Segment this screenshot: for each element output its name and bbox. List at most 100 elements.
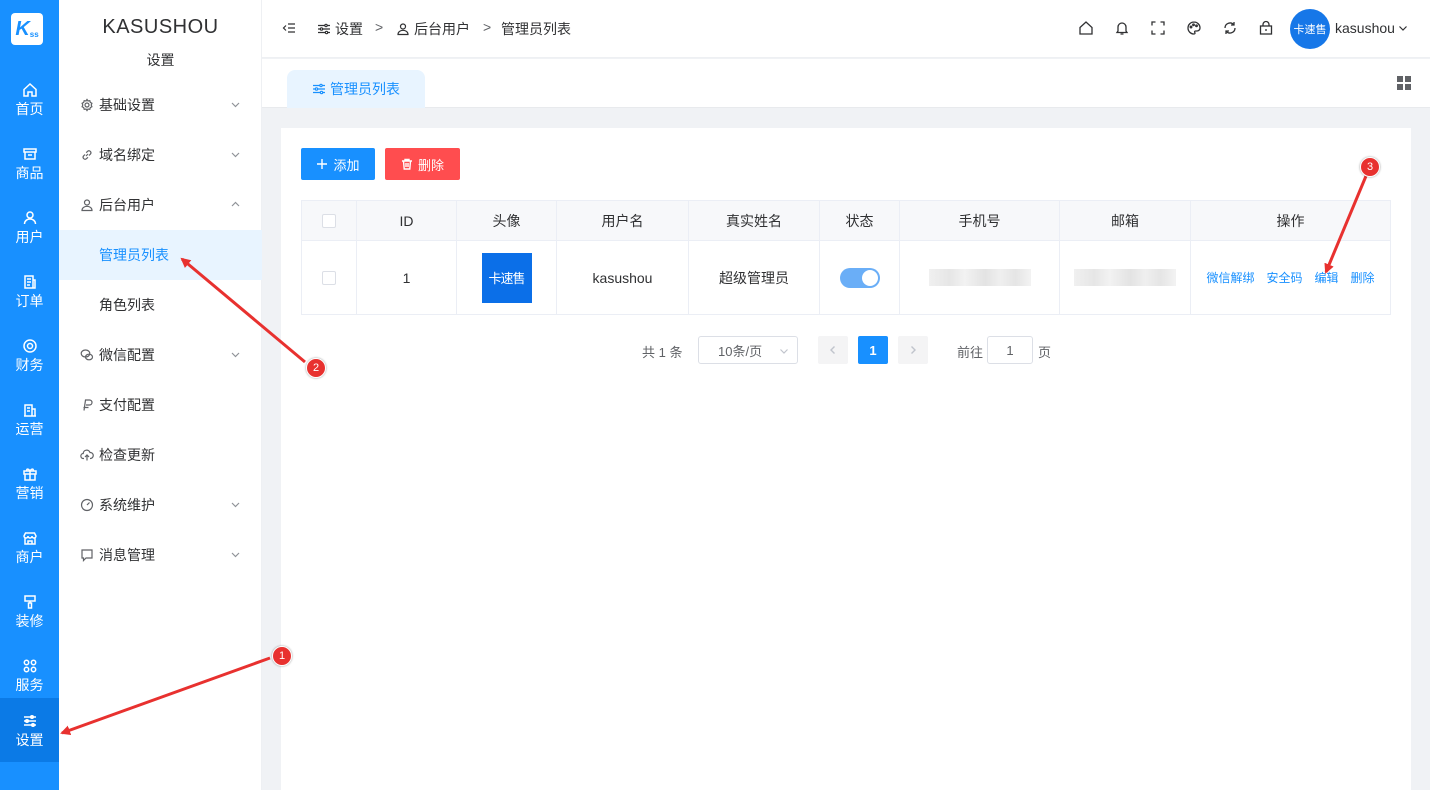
rail-item-marketing[interactable]: 营销 xyxy=(0,451,59,515)
breadcrumb-label: 管理员列表 xyxy=(501,21,571,37)
tab-admin-list[interactable]: 管理员列表 xyxy=(287,70,425,108)
grid-icon[interactable] xyxy=(1397,76,1411,90)
fullscreen-icon[interactable] xyxy=(1150,20,1166,36)
palette-icon[interactable] xyxy=(1186,20,1202,36)
add-button-label: 添加 xyxy=(333,157,360,173)
icon-rail: Kss 首页 商品 用户 订单 财务 运营 营销 商户 装修 服务 设置 xyxy=(0,0,59,790)
menu-item-role-list[interactable]: 角色列表 xyxy=(59,280,262,330)
menu-item-payment-config[interactable]: 支付配置 xyxy=(59,380,262,430)
message-icon xyxy=(81,549,93,562)
cell-avatar: 卡速售 xyxy=(457,241,557,314)
finance-icon xyxy=(22,338,37,353)
page-size-select[interactable]: 10条/页 xyxy=(698,336,798,364)
menu-label: 基础设置 xyxy=(99,97,155,113)
breadcrumb-item-admin-list: 管理员列表 xyxy=(501,0,571,58)
lock-icon[interactable] xyxy=(1258,20,1274,36)
rail-item-finance[interactable]: 财务 xyxy=(0,323,59,387)
menu-item-check-update[interactable]: 检查更新 xyxy=(59,430,262,480)
chevron-down-icon[interactable] xyxy=(1398,23,1408,33)
menu-label: 消息管理 xyxy=(99,547,155,563)
page-unit-label: 页 xyxy=(1038,345,1052,360)
delete-button[interactable]: 删除 xyxy=(385,148,460,180)
menu-label: 系统维护 xyxy=(99,497,155,513)
cell-real-name: 超级管理员 xyxy=(689,241,820,314)
menu-label: 角色列表 xyxy=(99,297,155,313)
goto-page-input[interactable] xyxy=(987,336,1033,364)
delete-button-label: 删除 xyxy=(417,157,444,173)
select-all-checkbox[interactable] xyxy=(322,213,336,228)
menu-item-domain-binding[interactable]: 域名绑定 xyxy=(59,130,262,180)
next-page-button[interactable] xyxy=(898,336,928,364)
gauge-icon xyxy=(80,498,94,512)
column-header: 用户名 xyxy=(557,201,689,240)
header-select-all[interactable] xyxy=(302,201,357,240)
rail-item-goods[interactable]: 商品 xyxy=(0,131,59,195)
table-row: 1 卡速售 kasushou 超级管理员 微信解绑 安全码 编辑 删除 xyxy=(302,241,1390,314)
wechat-unbind-link[interactable]: 微信解绑 xyxy=(1206,269,1254,286)
breadcrumb-item-admin-users[interactable]: 后台用户 xyxy=(396,0,470,58)
brand-title: KASUSHOU xyxy=(102,16,219,38)
rail-label: 商户 xyxy=(15,548,44,565)
cell-actions: 微信解绑 安全码 编辑 删除 xyxy=(1191,241,1390,314)
rail-item-users[interactable]: 用户 xyxy=(0,195,59,259)
row-select[interactable] xyxy=(302,241,357,314)
app-logo[interactable]: Kss xyxy=(11,13,43,45)
collapse-menu-icon[interactable] xyxy=(282,21,296,35)
add-button[interactable]: 添加 xyxy=(301,148,375,180)
rail-item-merchant[interactable]: 商户 xyxy=(0,515,59,579)
username[interactable]: kasushou xyxy=(1335,20,1395,36)
column-header: 真实姓名 xyxy=(689,201,820,240)
status-toggle[interactable] xyxy=(839,267,880,288)
cell-id: 1 xyxy=(357,241,457,314)
annotation-badge-1: 1 xyxy=(272,646,292,666)
operation-icon xyxy=(23,403,36,417)
menu-item-wechat-config[interactable]: 微信配置 xyxy=(59,330,262,380)
delete-link[interactable]: 删除 xyxy=(1351,269,1375,286)
rail-item-operation[interactable]: 运营 xyxy=(0,387,59,451)
column-header: 状态 xyxy=(820,201,900,240)
goto-label: 前往 xyxy=(957,345,984,360)
cloud-upload-icon xyxy=(80,449,94,461)
logo-sub-text: ss xyxy=(29,29,39,39)
rail-item-settings[interactable]: 设置 xyxy=(0,698,59,762)
edit-link[interactable]: 编辑 xyxy=(1315,269,1339,286)
user-icon xyxy=(81,199,93,212)
breadcrumb-separator: > xyxy=(375,19,384,35)
tabs-bar: 管理员列表 xyxy=(262,59,1430,108)
menu-label: 域名绑定 xyxy=(99,147,155,163)
link-icon xyxy=(82,150,92,160)
home-icon[interactable] xyxy=(1078,20,1094,36)
breadcrumb-item-settings[interactable]: 设置 xyxy=(317,0,363,58)
rail-label: 运营 xyxy=(15,420,44,437)
cell-phone xyxy=(900,241,1060,314)
security-code-link[interactable]: 安全码 xyxy=(1266,269,1302,286)
box-icon xyxy=(22,147,37,160)
decorate-icon xyxy=(23,594,36,609)
bell-icon[interactable] xyxy=(1114,20,1130,36)
menu-item-message-management[interactable]: 消息管理 xyxy=(59,530,262,580)
column-header: ID xyxy=(357,201,457,240)
menu-item-admin-users[interactable]: 后台用户 xyxy=(59,180,262,230)
menu-item-system-maintenance[interactable]: 系统维护 xyxy=(59,480,262,530)
column-header: 手机号 xyxy=(900,201,1060,240)
email-redacted xyxy=(1074,269,1176,286)
wechat-icon xyxy=(80,349,94,361)
menu-item-admin-list[interactable]: 管理员列表 xyxy=(59,230,262,280)
refresh-icon[interactable] xyxy=(1222,20,1238,36)
row-checkbox[interactable] xyxy=(322,270,336,285)
chevron-left-icon xyxy=(830,346,835,354)
prev-page-button[interactable] xyxy=(818,336,848,364)
menu-item-basic-settings[interactable]: 基础设置 xyxy=(59,80,262,130)
service-icon xyxy=(23,659,36,672)
menu-label: 支付配置 xyxy=(99,397,155,413)
top-bar: 设置 > 后台用户 > 管理员列表 卡速售 kasushou xyxy=(262,0,1430,58)
rail-item-decoration[interactable]: 装修 xyxy=(0,579,59,643)
rail-item-orders[interactable]: 订单 xyxy=(0,259,59,323)
user-avatar[interactable]: 卡速售 xyxy=(1290,9,1330,49)
user-icon xyxy=(23,210,36,224)
settings-sidebar: KASUSHOU 设置 基础设置 域名绑定 后台用户 管理员列表 角色列表 微信… xyxy=(59,0,262,790)
gear-icon xyxy=(81,98,93,112)
rail-item-home[interactable]: 首页 xyxy=(0,67,59,131)
annotation-badge-2: 2 xyxy=(306,358,326,378)
page-number-current[interactable]: 1 xyxy=(858,336,888,364)
